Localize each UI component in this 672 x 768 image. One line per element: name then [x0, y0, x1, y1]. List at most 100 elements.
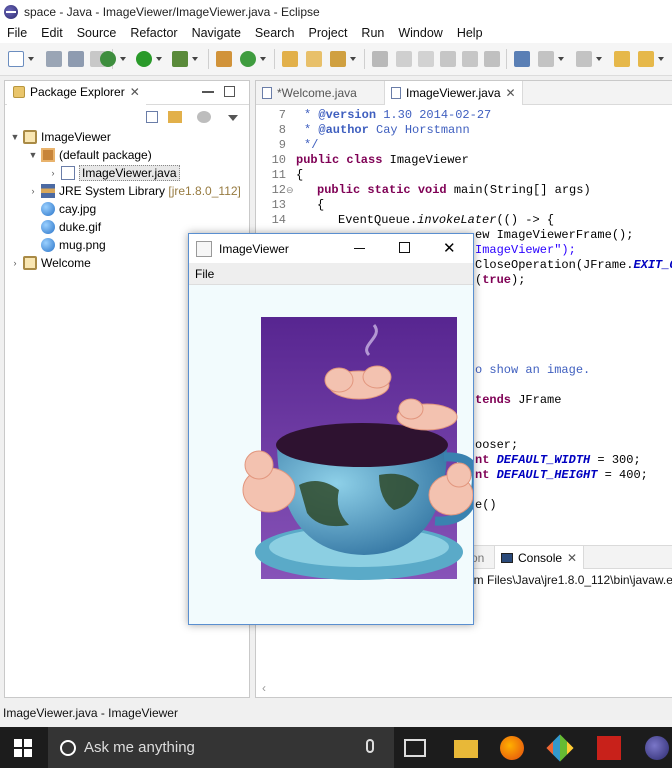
- minimize-icon[interactable]: [202, 91, 214, 93]
- skip-breakpoints-icon[interactable]: [514, 51, 530, 67]
- tree-item-java-file[interactable]: › ImageViewer.java: [48, 164, 180, 182]
- menu-edit[interactable]: Edit: [34, 26, 70, 40]
- code-line[interactable]: e(): [475, 498, 497, 513]
- link-with-editor-icon[interactable]: [168, 111, 182, 123]
- annotation-icon[interactable]: [372, 51, 388, 67]
- firefox-icon[interactable]: [500, 736, 524, 760]
- maximize-icon[interactable]: [399, 242, 410, 253]
- tree-item-file[interactable]: mug.png: [38, 236, 106, 254]
- tab-console[interactable]: Console ✕: [494, 546, 585, 569]
- code-line[interactable]: nt DEFAULT_HEIGHT = 400;: [475, 468, 648, 483]
- imageviewer-titlebar[interactable]: ImageViewer ✕: [189, 234, 473, 263]
- code-line[interactable]: (true);: [475, 273, 525, 288]
- menu-help[interactable]: Help: [450, 26, 490, 40]
- new-class-dropdown-icon[interactable]: [260, 57, 266, 61]
- new-java-project-icon[interactable]: [216, 51, 232, 67]
- pilcrow-icon[interactable]: [484, 51, 500, 67]
- file-explorer-icon[interactable]: [454, 740, 478, 758]
- git-icon[interactable]: [546, 734, 574, 762]
- close-icon[interactable]: ✕: [567, 551, 577, 565]
- focus-icon[interactable]: [197, 111, 211, 123]
- block-selection-icon[interactable]: [440, 51, 456, 67]
- code-line[interactable]: */: [304, 138, 318, 153]
- collapsed-chevron-icon[interactable]: ›: [48, 168, 58, 178]
- code-line[interactable]: tends JFrame: [475, 393, 561, 408]
- new-icon[interactable]: [8, 51, 24, 67]
- menu-file[interactable]: File: [0, 26, 34, 40]
- code-line[interactable]: {: [296, 168, 303, 183]
- tab-welcome-java[interactable]: *Welcome.java: [256, 81, 363, 105]
- code-line[interactable]: CloseOperation(JFrame.EXIT_ON: [475, 258, 672, 273]
- microphone-icon[interactable]: [366, 739, 374, 753]
- code-line[interactable]: nt DEFAULT_WIDTH = 300;: [475, 453, 641, 468]
- view-menu-icon[interactable]: [228, 115, 238, 121]
- tree-item-file[interactable]: duke.gif: [38, 218, 101, 236]
- acrobat-icon[interactable]: [597, 736, 621, 760]
- expanded-chevron-icon[interactable]: ▼: [28, 150, 38, 160]
- collapsed-chevron-icon[interactable]: ›: [28, 186, 38, 196]
- debug-icon[interactable]: [100, 51, 116, 67]
- prev-annotation-dropdown-icon[interactable]: [596, 57, 602, 61]
- menu-run[interactable]: Run: [354, 26, 391, 40]
- close-icon[interactable]: ✕: [506, 86, 516, 100]
- tree-item-file[interactable]: cay.jpg: [38, 200, 96, 218]
- code-line[interactable]: * @version 1.30 2014-02-27: [304, 108, 491, 123]
- expanded-chevron-icon[interactable]: ▼: [10, 132, 20, 142]
- code-line[interactable]: {: [317, 198, 324, 213]
- new-dropdown-icon[interactable]: [28, 57, 34, 61]
- mark-occurrences-icon[interactable]: [396, 51, 412, 67]
- tree-item-welcome[interactable]: › Welcome: [10, 254, 91, 272]
- last-edit-location-icon[interactable]: [614, 51, 630, 67]
- minimize-icon[interactable]: [354, 248, 365, 249]
- tree-item-jre-library[interactable]: › JRE System Library [jre1.8.0_112]: [28, 182, 241, 200]
- code-line[interactable]: public static void main(String[] args): [317, 183, 591, 198]
- code-line[interactable]: ImageViewer");: [475, 243, 576, 258]
- maximize-icon[interactable]: [224, 86, 235, 97]
- code-line[interactable]: ooser;: [475, 438, 518, 453]
- tree-item-default-package[interactable]: ▼ (default package): [28, 146, 152, 164]
- run-icon[interactable]: [136, 51, 152, 67]
- code-line[interactable]: * @author Cay Horstmann: [304, 123, 470, 138]
- tab-package-explorer[interactable]: Package Explorer ✕: [7, 81, 146, 105]
- code-line[interactable]: EventQueue.invokeLater(() -> {: [338, 213, 554, 228]
- eclipse-taskbar-icon[interactable]: [645, 736, 669, 760]
- open-task-icon[interactable]: [306, 51, 322, 67]
- save-icon[interactable]: [46, 51, 62, 67]
- menu-project[interactable]: Project: [302, 26, 355, 40]
- menu-window[interactable]: Window: [391, 26, 449, 40]
- annotation-dropdown-icon[interactable]: [558, 57, 564, 61]
- back-dropdown-icon[interactable]: [658, 57, 664, 61]
- debug-dropdown-icon[interactable]: [120, 57, 126, 61]
- show-whitespace-icon[interactable]: [462, 51, 478, 67]
- run-external-tool-icon[interactable]: [172, 51, 188, 67]
- code-line[interactable]: public class ImageViewer: [296, 153, 469, 168]
- close-icon[interactable]: ✕: [130, 85, 140, 99]
- run-dropdown-icon[interactable]: [156, 57, 162, 61]
- task-view-icon[interactable]: [404, 739, 426, 757]
- search-dropdown-icon[interactable]: [350, 57, 356, 61]
- code-line[interactable]: ew ImageViewerFrame();: [475, 228, 633, 243]
- scroll-left-icon[interactable]: ‹: [262, 681, 266, 695]
- menu-refactor[interactable]: Refactor: [123, 26, 184, 40]
- windows-start-icon[interactable]: [14, 739, 32, 757]
- external-tool-dropdown-icon[interactable]: [192, 57, 198, 61]
- tree-item-project[interactable]: ▼ ImageViewer: [10, 128, 111, 146]
- menu-search[interactable]: Search: [248, 26, 302, 40]
- taskbar-search-box[interactable]: Ask me anything: [48, 727, 394, 768]
- tab-imageviewer-java[interactable]: ImageViewer.java ✕: [384, 81, 523, 105]
- menu-source[interactable]: Source: [70, 26, 124, 40]
- back-icon[interactable]: [638, 51, 654, 67]
- fold-icon[interactable]: ⊖: [286, 185, 294, 196]
- open-type-icon[interactable]: [282, 51, 298, 67]
- new-class-icon[interactable]: [240, 51, 256, 67]
- word-wrap-icon[interactable]: [418, 51, 434, 67]
- prev-annotation-icon[interactable]: [576, 51, 592, 67]
- menu-navigate[interactable]: Navigate: [185, 26, 248, 40]
- close-icon[interactable]: ✕: [443, 239, 456, 257]
- collapse-all-icon[interactable]: [146, 111, 158, 123]
- code-line[interactable]: o show an image.: [475, 363, 590, 378]
- search-icon[interactable]: [330, 51, 346, 67]
- menu-file[interactable]: File: [195, 267, 214, 281]
- collapsed-chevron-icon[interactable]: ›: [10, 258, 20, 268]
- save-all-icon[interactable]: [68, 51, 84, 67]
